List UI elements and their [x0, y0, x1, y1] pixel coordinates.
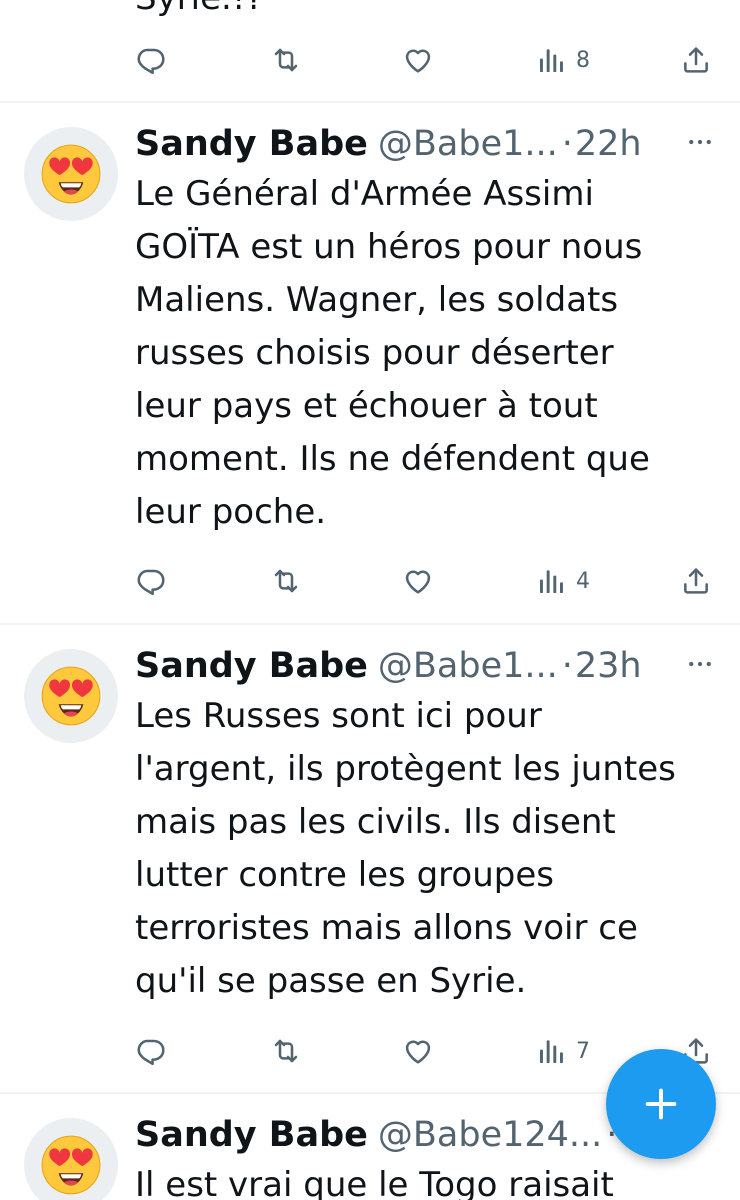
views-button[interactable]: 7: [536, 1027, 590, 1075]
retweet-icon: [270, 44, 302, 76]
retweet-button[interactable]: [270, 36, 302, 84]
divider: [0, 623, 740, 625]
partial-tweet-text-top: Syrie.!?: [135, 0, 725, 25]
more-options-button[interactable]: [682, 124, 718, 160]
share-icon: [680, 565, 712, 597]
bar-chart-icon: [536, 565, 568, 597]
reply-button[interactable]: [135, 36, 167, 84]
tweet-text: Les Russes sont ici pour l'argent, ils p…: [135, 696, 676, 1001]
more-icon: [685, 649, 715, 679]
like-button[interactable]: [402, 36, 434, 84]
heart-icon: [402, 565, 434, 597]
separator-dot: ·: [561, 646, 573, 686]
heart-eyes-emoji-icon: [38, 1132, 104, 1198]
plus-icon: [645, 1088, 677, 1120]
more-options-button[interactable]: [682, 646, 718, 682]
compose-tweet-button[interactable]: +: [606, 1049, 716, 1159]
user-handle[interactable]: @Babe124...: [378, 1115, 602, 1155]
avatar[interactable]: [24, 649, 118, 743]
retweet-button[interactable]: [270, 557, 302, 605]
tweet-header: Sandy Babe @Babe1... · 23h: [135, 644, 642, 688]
share-button[interactable]: [680, 557, 712, 605]
display-name[interactable]: Sandy Babe: [135, 1115, 368, 1155]
tweet-header: Sandy Babe @Babe1... · 22h: [135, 122, 642, 166]
share-button[interactable]: [680, 36, 712, 84]
display-name[interactable]: Sandy Babe: [135, 124, 368, 164]
retweet-icon: [270, 565, 302, 597]
user-handle[interactable]: @Babe1...: [378, 646, 558, 686]
like-button[interactable]: [402, 1027, 434, 1075]
separator-dot: ·: [561, 124, 573, 164]
tweet-timestamp[interactable]: 23h: [575, 646, 642, 686]
more-icon: [685, 127, 715, 157]
bar-chart-icon: [536, 1035, 568, 1067]
retweet-button[interactable]: [270, 1027, 302, 1075]
tweet-timestamp[interactable]: 22h: [575, 124, 642, 164]
reply-button[interactable]: [135, 557, 167, 605]
views-button[interactable]: 4: [536, 557, 590, 605]
reply-icon: [135, 1035, 167, 1067]
avatar[interactable]: [24, 127, 118, 221]
divider: [0, 101, 740, 103]
views-count: 7: [576, 1038, 590, 1064]
reply-icon: [135, 44, 167, 76]
tweet[interactable]: Sandy Babe @Babe1... · 23h Les Russes so…: [0, 644, 740, 1089]
display-name[interactable]: Sandy Babe: [135, 646, 368, 686]
tweet-text: Le Général d'Armée Assimi GOÏTA est un h…: [135, 174, 650, 532]
views-count: 4: [576, 568, 590, 594]
reply-icon: [135, 565, 167, 597]
reply-button[interactable]: [135, 1027, 167, 1075]
tweet-actions-top: 8: [0, 36, 740, 84]
views-button[interactable]: 8: [536, 36, 590, 84]
tweet[interactable]: Sandy Babe @Babe1... · 22h Le Général d'…: [0, 122, 740, 622]
heart-icon: [402, 1035, 434, 1067]
heart-icon: [402, 44, 434, 76]
tweet-actions: 4: [0, 557, 740, 605]
bar-chart-icon: [536, 44, 568, 76]
retweet-icon: [270, 1035, 302, 1067]
share-icon: [680, 44, 712, 76]
views-count: 8: [576, 47, 590, 73]
heart-eyes-emoji-icon: [38, 663, 104, 729]
heart-eyes-emoji-icon: [38, 141, 104, 207]
avatar[interactable]: [24, 1118, 118, 1200]
user-handle[interactable]: @Babe1...: [378, 124, 558, 164]
like-button[interactable]: [402, 557, 434, 605]
tweet-header: Sandy Babe @Babe124... ·: [135, 1113, 619, 1157]
tweet-text: Il est vrai que le Togo raisait: [135, 1165, 614, 1200]
